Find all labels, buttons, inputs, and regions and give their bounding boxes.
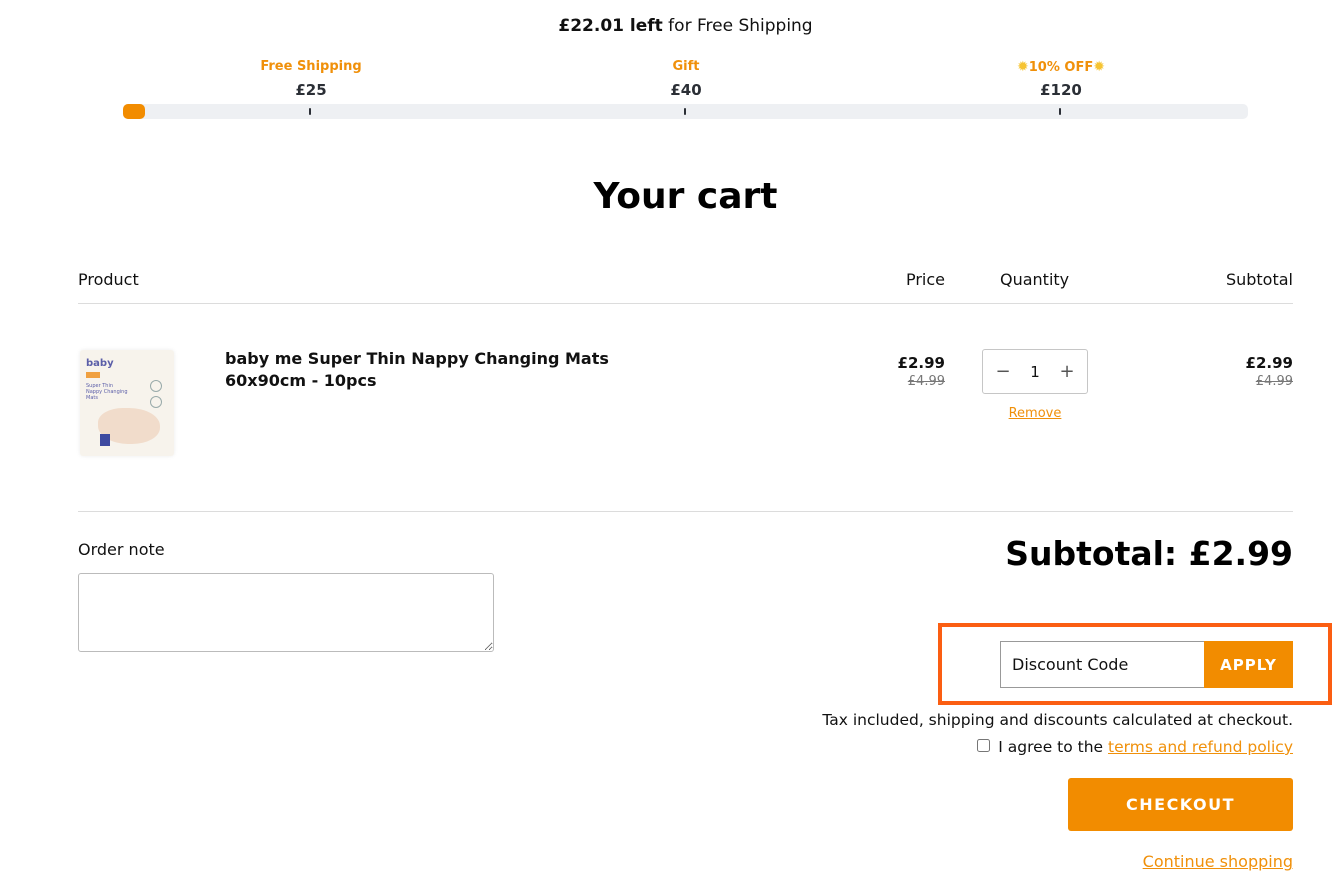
milestone-free-shipping: Free Shipping £25 bbox=[231, 58, 391, 99]
shipping-progress-bar bbox=[123, 104, 1248, 119]
minus-icon[interactable]: − bbox=[995, 361, 1011, 382]
continue-shopping-link[interactable]: Continue shopping bbox=[1143, 852, 1293, 871]
milestone-tick bbox=[684, 108, 686, 115]
terms-agreement: I agree to the terms and refund policy bbox=[977, 738, 1293, 756]
free-shipping-message: £22.01 left for Free Shipping bbox=[0, 16, 1343, 36]
amount-left: £22.01 left bbox=[558, 16, 663, 36]
milestone-gift: Gift £40 bbox=[606, 58, 766, 99]
column-header-product: Product bbox=[78, 270, 139, 289]
tax-note: Tax included, shipping and discounts cal… bbox=[822, 711, 1293, 729]
column-header-price: Price bbox=[905, 270, 945, 289]
compare-price: £4.99 bbox=[907, 374, 945, 389]
milestone-discount: ✹10% OFF✹ £120 bbox=[981, 58, 1141, 99]
shipping-progress-fill bbox=[123, 104, 145, 119]
terms-link[interactable]: terms and refund policy bbox=[1108, 738, 1293, 756]
page-title: Your cart bbox=[593, 176, 778, 217]
product-name-link[interactable]: baby me Super Thin Nappy Changing Mats 6… bbox=[225, 348, 675, 392]
milestone-amount: £120 bbox=[1040, 81, 1082, 99]
discount-code-input[interactable] bbox=[1000, 641, 1205, 688]
product-image[interactable]: baby Super Thin Nappy Changing Mats bbox=[80, 350, 174, 456]
milestone-tick bbox=[1059, 108, 1061, 115]
milestone-amount: £25 bbox=[295, 81, 327, 99]
sun-icon: ✹ bbox=[1093, 59, 1105, 75]
quantity-stepper: − 1 + bbox=[982, 349, 1088, 394]
apply-discount-button[interactable]: APPLY bbox=[1204, 641, 1293, 688]
order-note-label: Order note bbox=[78, 540, 165, 559]
header-divider bbox=[78, 303, 1293, 304]
column-header-quantity: Quantity bbox=[1000, 270, 1070, 289]
remove-item-link[interactable]: Remove bbox=[982, 406, 1088, 421]
agree-text: I agree to the bbox=[998, 738, 1109, 756]
checkout-button[interactable]: CHECKOUT bbox=[1068, 778, 1293, 831]
milestone-tick bbox=[309, 108, 311, 115]
compare-subtotal: £4.99 bbox=[1255, 374, 1293, 389]
items-divider bbox=[78, 511, 1293, 512]
column-header-subtotal: Subtotal bbox=[1225, 270, 1293, 289]
cart-subtotal: Subtotal: £2.99 bbox=[1005, 534, 1293, 573]
quantity-value[interactable]: 1 bbox=[1030, 363, 1040, 381]
order-note-textarea[interactable] bbox=[78, 573, 494, 652]
milestone-label: Free Shipping bbox=[260, 59, 362, 74]
milestone-label: Gift bbox=[672, 59, 700, 74]
plus-icon[interactable]: + bbox=[1059, 361, 1075, 382]
item-price: £2.99 £4.99 bbox=[898, 354, 945, 389]
shipping-message-suffix: for Free Shipping bbox=[662, 16, 813, 36]
milestone-label: 10% OFF bbox=[1028, 60, 1094, 75]
item-subtotal: £2.99 £4.99 bbox=[1246, 354, 1293, 389]
line-subtotal: £2.99 bbox=[1245, 354, 1293, 372]
sun-icon: ✹ bbox=[1017, 59, 1029, 75]
terms-checkbox[interactable] bbox=[977, 738, 991, 752]
sale-price: £2.99 bbox=[897, 354, 945, 372]
milestone-amount: £40 bbox=[670, 81, 702, 99]
